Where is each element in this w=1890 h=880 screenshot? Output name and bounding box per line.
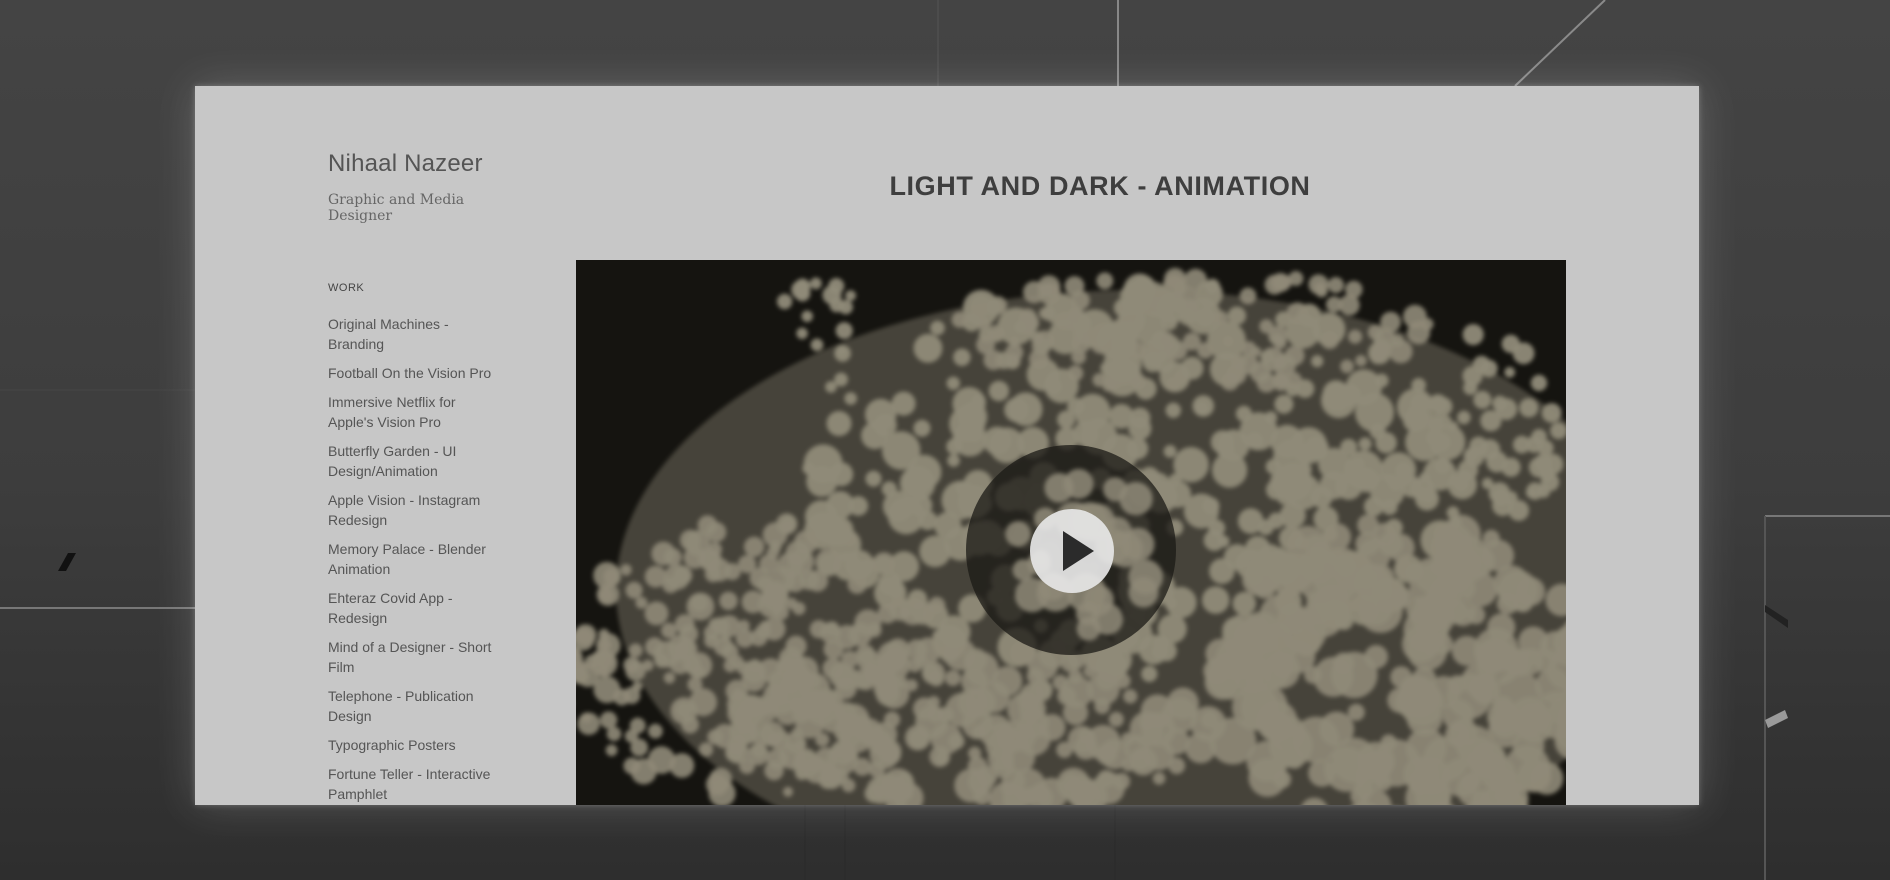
video-player[interactable] xyxy=(576,260,1566,805)
nav-item-butterfly-garden[interactable]: Butterfly Garden - UI Design/Animation xyxy=(328,441,503,481)
nav-heading-work: WORK xyxy=(328,282,365,294)
page-title: LIGHT AND DARK - ANIMATION xyxy=(889,171,1311,201)
nav-item-mind-of-a-designer[interactable]: Mind of a Designer - Short Film xyxy=(328,637,503,677)
nav-item-ehteraz-covid-app[interactable]: Ehteraz Covid App - Redesign xyxy=(328,588,503,628)
nav-item-memory-palace[interactable]: Memory Palace - Blender Animation xyxy=(328,539,503,579)
nav-item-original-machines[interactable]: Original Machines - Branding xyxy=(328,314,503,354)
nav-item-typographic-posters[interactable]: Typographic Posters xyxy=(328,735,503,755)
nav-item-telephone[interactable]: Telephone - Publication Design xyxy=(328,686,503,726)
nav-item-immersive-netflix[interactable]: Immersive Netflix for Apple's Vision Pro xyxy=(328,392,503,432)
play-icon xyxy=(1063,531,1094,571)
portfolio-page: Nihaal Nazeer Graphic and Media Designer… xyxy=(195,86,1699,805)
site-title[interactable]: Nihaal Nazeer xyxy=(328,150,518,178)
play-button[interactable] xyxy=(1030,509,1114,593)
nav-item-fortune-teller[interactable]: Fortune Teller - Interactive Pamphlet xyxy=(328,764,503,804)
sidebar: Nihaal Nazeer Graphic and Media Designer… xyxy=(328,150,518,805)
nav-item-football-vision-pro[interactable]: Football On the Vision Pro xyxy=(328,363,503,383)
nav-item-apple-vision-instagram[interactable]: Apple Vision - Instagram Redesign xyxy=(328,490,503,530)
site-tagline: Graphic and Media Designer xyxy=(328,192,465,224)
work-nav-list: Original Machines - Branding Football On… xyxy=(328,314,518,804)
